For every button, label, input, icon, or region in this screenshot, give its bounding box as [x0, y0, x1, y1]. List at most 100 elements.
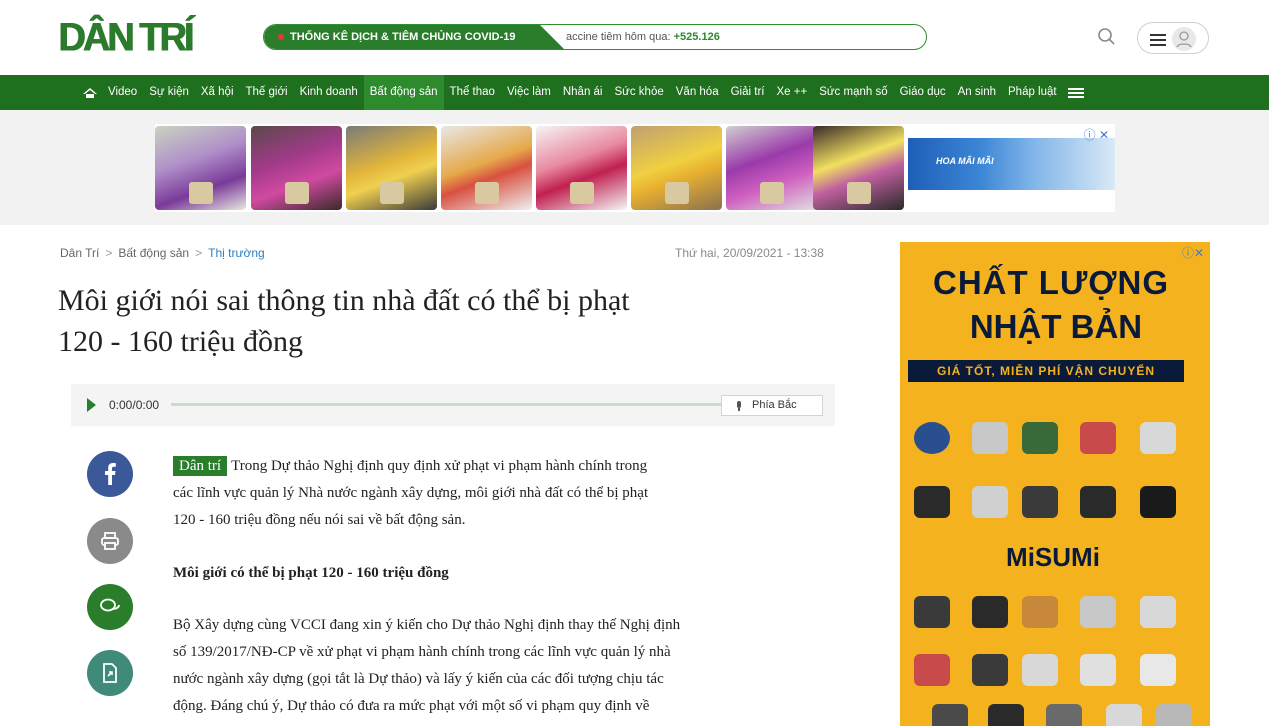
covid-stats-label[interactable]: THỐNG KÊ DỊCH & TIÊM CHỦNG COVID-19 [264, 25, 564, 49]
covid-ticker-text: accine tiêm hôm qua: +525.126 [566, 25, 720, 49]
ad-parts-row-5 [910, 700, 1192, 726]
play-icon[interactable] [87, 398, 96, 412]
part-image [1080, 422, 1116, 454]
covid-ticker-bar[interactable]: THỐNG KÊ DỊCH & TIÊM CHỦNG COVID-19 acci… [263, 24, 927, 50]
part-image [1080, 596, 1116, 628]
ad-thumb-5[interactable] [536, 126, 627, 210]
part-image [1140, 654, 1176, 686]
part-image [914, 596, 950, 628]
ad-headline-2: NHẬT BẢN [969, 308, 1143, 345]
nav-item-xa-hoi[interactable]: Xã hội [195, 75, 240, 110]
voice-select-button[interactable]: Phía Bắc [721, 395, 823, 416]
flower-ad-banner[interactable]: HOA MÃI MÃI ⓘ ✕ [155, 124, 1115, 212]
part-image [1080, 486, 1116, 518]
nav-item-video[interactable]: Video [102, 75, 143, 110]
nav-item-su-kien[interactable]: Sự kiện [143, 75, 195, 110]
article-paragraph: Bộ Xây dựng cùng VCCI đang xin ý kiến ch… [173, 612, 853, 720]
part-image [932, 704, 968, 726]
audio-time: 0:00/0:00 [109, 398, 160, 412]
ad-thumb-3[interactable] [346, 126, 437, 210]
menu-user-button[interactable] [1137, 22, 1209, 54]
audio-player: 0:00/0:00 Phía Bắc [71, 384, 835, 426]
chevron-right-icon: > [105, 246, 113, 260]
nav-item-suc-khoe[interactable]: Sức khỏe [608, 75, 669, 110]
search-icon[interactable] [1096, 26, 1118, 48]
part-image [1080, 654, 1116, 686]
site-header: DÂN TRÍ THỐNG KÊ DỊCH & TIÊM CHỦNG COVID… [0, 0, 1269, 75]
nav-item-the-thao[interactable]: Thể thao [444, 75, 501, 110]
chevron-right-icon: > [195, 246, 203, 260]
title-line-1: Môi giới nói sai thông tin nhà đất có th… [58, 284, 630, 317]
para-line-2: số 139/2017/NĐ-CP về xử phạt vi phạm hàn… [173, 644, 671, 660]
nav-item-giao-duc[interactable]: Giáo dục [894, 75, 952, 110]
publish-date: Thứ hai, 20/09/2021 - 13:38 [675, 246, 824, 260]
print-icon[interactable] [87, 518, 133, 564]
menu-icon[interactable] [1063, 75, 1089, 110]
breadcrumb-category[interactable]: Bất động sản [118, 246, 189, 260]
ad-headline-1: CHẤT LƯỢNG [932, 264, 1169, 301]
ad-parts-row-1 [910, 418, 1190, 458]
speaker-icon [734, 400, 744, 411]
home-icon[interactable] [78, 75, 102, 110]
misumi-side-ad[interactable]: ⓘ✕ CHẤT LƯỢNG NHẬT BẢN GIÁ TỐT, MIỄN PHÍ… [900, 242, 1210, 726]
sapo-line-2: các lĩnh vực quản lý Nhà nước ngành xây … [173, 485, 649, 501]
source-tag: Dân trí [173, 456, 228, 476]
audio-progress-bar[interactable] [171, 403, 783, 406]
part-image [1022, 654, 1058, 686]
part-image [1140, 486, 1176, 518]
nav-item-bat-dong-san[interactable]: Bất động sản [363, 75, 444, 110]
ad-parts-row-4 [910, 650, 1190, 690]
part-image [914, 654, 950, 686]
ad-parts-row-2 [910, 482, 1190, 522]
hoa-mai-mai-text: HOA MÃI MÃI [936, 156, 994, 166]
nav-item-nhan-ai[interactable]: Nhân ái [557, 75, 609, 110]
ad-thumb-2[interactable] [251, 126, 342, 210]
sapo-line-3: 120 - 160 triệu đồng nếu nói sai về bất … [173, 512, 466, 528]
nav-item-phap-luat[interactable]: Pháp luật [1002, 75, 1063, 110]
nav-item-van-hoa[interactable]: Văn hóa [670, 75, 725, 110]
ad-parts-row-3 [910, 592, 1190, 632]
part-image [972, 422, 1008, 454]
part-image [1022, 596, 1058, 628]
ad-thumb-4[interactable] [441, 126, 532, 210]
covid-label-text: THỐNG KÊ DỊCH & TIÊM CHỦNG COVID-19 [290, 31, 516, 43]
facebook-icon[interactable] [87, 451, 133, 497]
misumi-logo: MiSUMi [1006, 542, 1100, 572]
ad-thumb-1[interactable] [155, 126, 246, 210]
breadcrumb: Dân Trí > Bất động sản > Thị trường [60, 246, 265, 260]
ad-thumb-8[interactable] [813, 126, 904, 210]
adchoices-icon[interactable]: ⓘ ✕ [1084, 126, 1109, 143]
part-image [972, 654, 1008, 686]
ad-shipping-strip: GIÁ TỐT, MIỄN PHÍ VẬN CHUYỂN [908, 360, 1184, 382]
hamburger-icon [1150, 33, 1166, 46]
part-image [1106, 704, 1142, 726]
share-icon[interactable] [87, 650, 133, 696]
nav-item-an-sinh[interactable]: An sinh [952, 75, 1002, 110]
part-image [1046, 704, 1082, 726]
part-image [1022, 486, 1058, 518]
ticker-caption: accine tiêm hôm qua: [566, 31, 671, 43]
part-image [972, 486, 1008, 518]
nav-item-viec-lam[interactable]: Việc làm [501, 75, 557, 110]
hoa-mai-mai-ad[interactable]: HOA MÃI MÃI [908, 138, 1115, 190]
ad-thumb-6[interactable] [631, 126, 722, 210]
breadcrumb-subcategory[interactable]: Thị trường [208, 246, 265, 260]
nav-item-giai-tri[interactable]: Giải trí [725, 75, 771, 110]
article-subheading: Môi giới có thể bị phạt 120 - 160 triệu … [173, 565, 449, 581]
adchoices-icon[interactable]: ⓘ✕ [1182, 244, 1204, 261]
part-image [914, 422, 950, 454]
breadcrumb-home[interactable]: Dân Trí [60, 246, 99, 260]
part-image [1140, 596, 1176, 628]
article-title: Môi giới nói sai thông tin nhà đất có th… [58, 280, 848, 362]
part-image [1022, 422, 1058, 454]
nav-item-the-gioi[interactable]: Thế giới [240, 75, 294, 110]
ad-thumb-7[interactable] [726, 126, 817, 210]
nav-item-suc-manh-so[interactable]: Sức mạnh số [813, 75, 893, 110]
comment-icon[interactable] [87, 584, 133, 630]
site-logo[interactable]: DÂN TRÍ [58, 17, 228, 59]
nav-item-xe[interactable]: Xe ++ [770, 75, 813, 110]
nav-item-kinh-doanh[interactable]: Kinh doanh [294, 75, 364, 110]
part-image [914, 486, 950, 518]
article-sapo: Dân trí Trong Dự thảo Nghị định quy định … [173, 453, 853, 534]
main-nav: Video Sự kiện Xã hội Thế giới Kinh doanh… [0, 75, 1269, 110]
